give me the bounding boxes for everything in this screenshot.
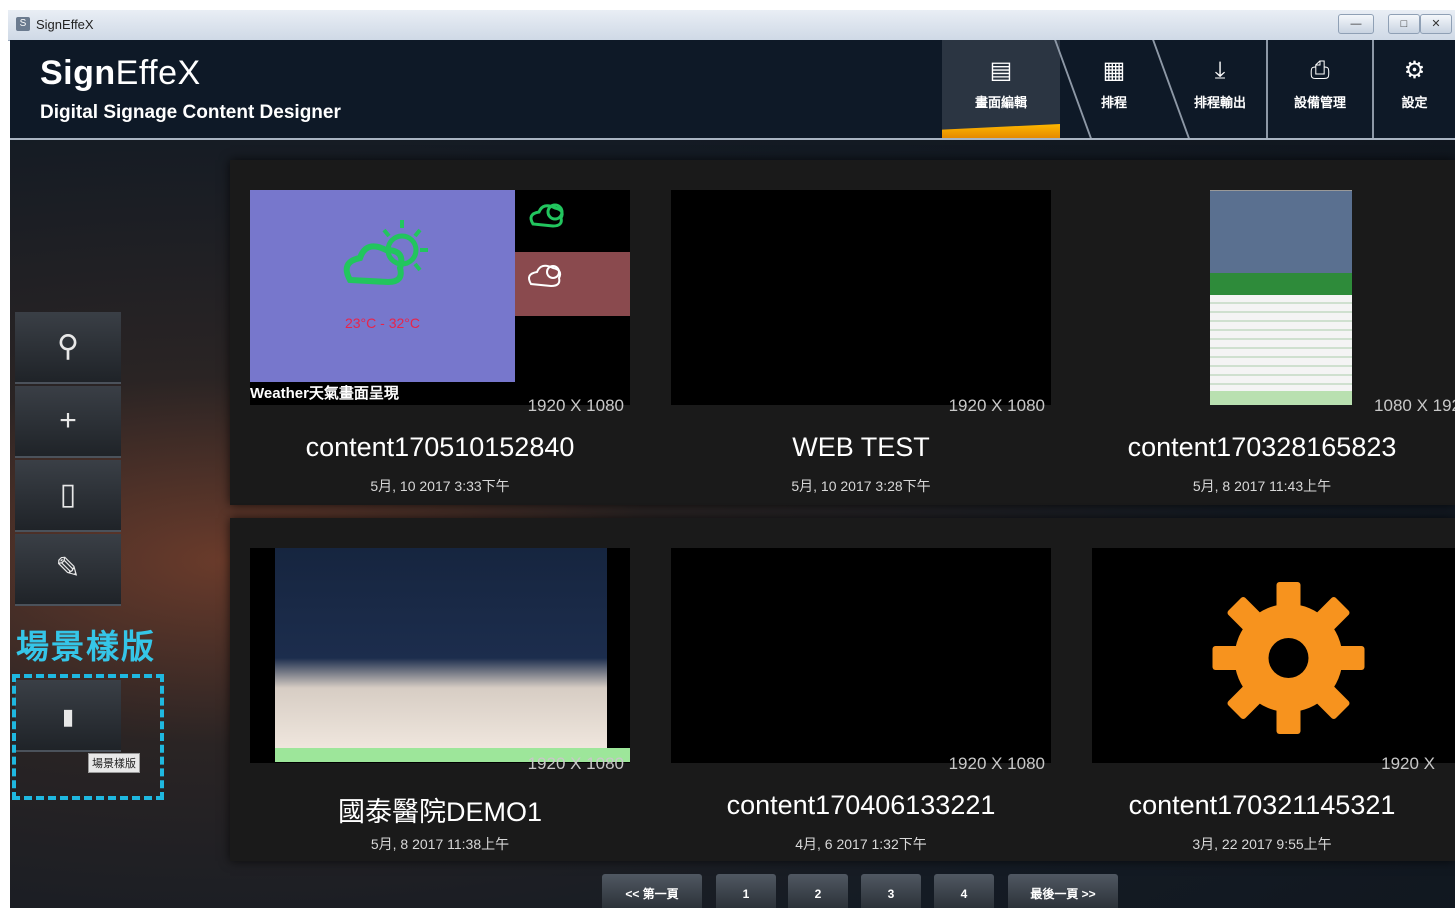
pager-page-1[interactable]: 1 [716,874,776,908]
main-nav: ▤ 畫面編輯 ▦ 排程 ⤓ 排程輸出 ⎙ 設備管理 ⚙ 設定 [942,40,1455,138]
content-card[interactable]: 1920 X content170321145321 3月, 22 2017 9… [1072,518,1455,861]
content-thumbnail[interactable] [250,548,630,763]
pager-page-3[interactable]: 3 [861,874,921,908]
nav-settings[interactable]: ⚙ 設定 [1374,40,1455,138]
resolution-label: 1920 X [1381,754,1435,773]
content-thumbnail[interactable] [1092,548,1455,763]
weather-mini-panel [515,190,630,252]
weather-icon [343,220,428,286]
search-button[interactable]: ⚲ [15,312,121,384]
content-thumbnail[interactable] [671,190,1051,405]
template-label: 場景樣版 [16,627,156,666]
content-name: content170406133221 [726,790,996,820]
window-title: SignEffeX [36,17,94,32]
content-thumbnail[interactable] [671,548,1051,763]
resolution-label: 1920 X 1080 [527,754,624,773]
search-icon: ⚲ [57,330,79,363]
window-title-bar: S SignEffeX — □ ✕ [8,10,1455,41]
image-edit-icon: ▤ [989,57,1013,84]
content-card[interactable]: 1080 X 192 content170328165823 5月, 8 201… [1072,160,1455,505]
maximize-button[interactable]: □ [1388,14,1420,34]
edit-icon: ✎ [55,552,81,585]
content-name: content170321145321 [1128,790,1396,820]
content-card[interactable]: 1920 X 1080 國泰醫院DEMO1 5月, 8 2017 11:38上午 [230,518,630,861]
resolution-label: 1920 X 1080 [948,396,1045,415]
plus-icon: + [59,404,77,437]
content-card[interactable]: 23°C - 32°C Weather天氣畫面呈現 1920 X 1080 co… [230,160,630,505]
gear-icon: ⚙ [1403,57,1426,84]
app-header: SignEffeX Digital Signage Content Design… [10,40,1455,140]
content-row: 1920 X 1080 國泰醫院DEMO1 5月, 8 2017 11:38上午… [230,518,1455,861]
content-date: 5月, 10 2017 3:28下午 [791,478,931,494]
edit-button[interactable]: ✎ [15,534,121,606]
app-icon: S [16,17,30,31]
gear-icon [1212,582,1365,734]
resolution-label: 1920 X 1080 [527,396,624,415]
content-date: 5月, 8 2017 11:43上午 [1192,478,1332,494]
temperature-text: 23°C - 32°C [344,315,420,331]
nav-device-management[interactable]: ⎙ 設備管理 [1268,40,1372,138]
content-row: 23°C - 32°C Weather天氣畫面呈現 1920 X 1080 co… [230,160,1455,505]
weather-mini-panel [515,252,630,316]
close-button[interactable]: ✕ [1420,14,1452,34]
minimize-button[interactable]: — [1338,14,1374,34]
nav-schedule-export[interactable]: ⤓ 排程輸出 [1174,40,1266,138]
video-thumbnail [275,548,630,762]
content-date: 4月, 6 2017 1:32下午 [795,836,927,852]
pager-last[interactable]: 最後一頁 >> [1008,874,1118,908]
pager-page-4[interactable]: 4 [934,874,994,908]
content-name: 國泰醫院DEMO1 [337,797,543,827]
content-date: 5月, 8 2017 11:38上午 [370,836,510,852]
resolution-label: 1920 X 1080 [948,754,1045,773]
add-button[interactable]: + [15,386,121,458]
download-icon: ⤓ [1214,57,1226,84]
content-name: content170510152840 [305,432,575,462]
active-tab-indicator [942,124,1060,138]
trash-icon: ▯ [59,478,77,511]
content-date: 3月, 22 2017 9:55上午 [1192,836,1332,852]
content-date: 5月, 10 2017 3:33下午 [370,478,510,494]
content-name: content170328165823 [1127,432,1397,462]
nav-schedule[interactable]: ▦ 排程 [1074,40,1154,138]
content-card[interactable]: 1920 X 1080 WEB TEST 5月, 10 2017 3:28下午 [651,160,1051,505]
content-name: WEB TEST [792,432,930,462]
app-subtitle: Digital Signage Content Designer [40,102,341,123]
device-icon: ⎙ [1310,57,1330,84]
template-highlight-box [12,674,164,800]
content-thumbnail[interactable]: 23°C - 32°C Weather天氣畫面呈現 [250,190,630,405]
content-card[interactable]: 1920 X 1080 content170406133221 4月, 6 20… [651,518,1051,861]
thumbnail-caption: Weather天氣畫面呈現 [250,385,399,402]
resolution-label: 1080 X 192 [1374,396,1455,415]
calendar-icon: ▦ [1102,57,1126,84]
weather-panel: 23°C - 32°C [250,190,515,382]
pager-page-2[interactable]: 2 [788,874,848,908]
content-thumbnail[interactable] [1092,190,1455,405]
pager-first[interactable]: << 第一頁 [602,874,702,908]
brand-logo: SignEffeX [40,54,201,92]
app-window: SignEffeX Digital Signage Content Design… [10,40,1455,908]
template-tooltip: 場景樣版 [88,753,140,773]
delete-button[interactable]: ▯ [15,460,121,532]
nav-screen-edit[interactable]: ▤ 畫面編輯 [942,40,1060,138]
poster-thumbnail [1210,190,1352,405]
